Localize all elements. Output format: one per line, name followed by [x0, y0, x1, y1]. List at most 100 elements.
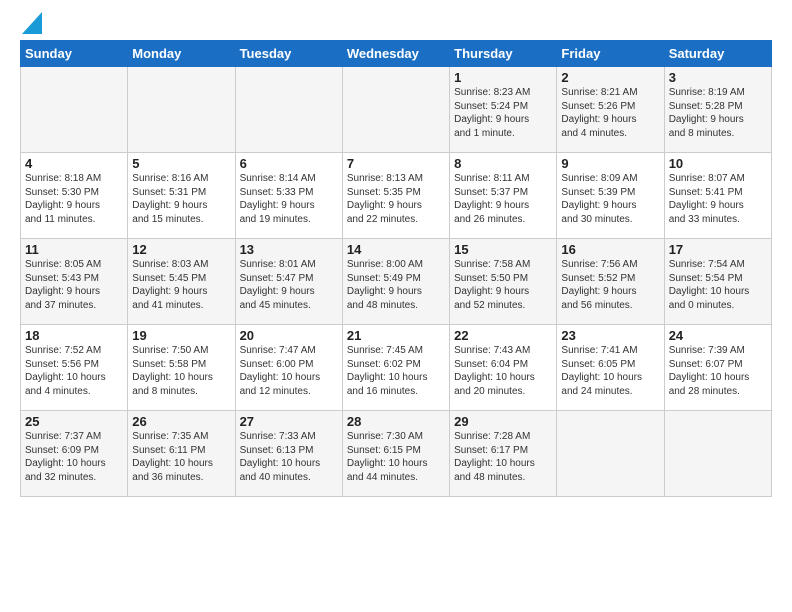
day-info: Sunrise: 7:30 AM Sunset: 6:15 PM Dayligh… [347, 430, 445, 484]
day-info: Sunrise: 7:43 AM Sunset: 6:04 PM Dayligh… [454, 344, 552, 398]
calendar-cell: 20Sunrise: 7:47 AM Sunset: 6:00 PM Dayli… [235, 325, 342, 411]
day-number: 13 [240, 242, 338, 257]
calendar-cell: 25Sunrise: 7:37 AM Sunset: 6:09 PM Dayli… [21, 411, 128, 497]
day-info: Sunrise: 8:07 AM Sunset: 5:41 PM Dayligh… [669, 172, 767, 226]
day-info: Sunrise: 8:03 AM Sunset: 5:45 PM Dayligh… [132, 258, 230, 312]
calendar-cell: 12Sunrise: 8:03 AM Sunset: 5:45 PM Dayli… [128, 239, 235, 325]
weekday-header-thursday: Thursday [450, 41, 557, 67]
day-info: Sunrise: 8:21 AM Sunset: 5:26 PM Dayligh… [561, 86, 659, 140]
calendar-cell: 15Sunrise: 7:58 AM Sunset: 5:50 PM Dayli… [450, 239, 557, 325]
calendar-cell: 28Sunrise: 7:30 AM Sunset: 6:15 PM Dayli… [342, 411, 449, 497]
day-info: Sunrise: 7:50 AM Sunset: 5:58 PM Dayligh… [132, 344, 230, 398]
calendar-cell: 1Sunrise: 8:23 AM Sunset: 5:24 PM Daylig… [450, 67, 557, 153]
day-number: 18 [25, 328, 123, 343]
day-info: Sunrise: 8:09 AM Sunset: 5:39 PM Dayligh… [561, 172, 659, 226]
weekday-header-tuesday: Tuesday [235, 41, 342, 67]
day-info: Sunrise: 8:23 AM Sunset: 5:24 PM Dayligh… [454, 86, 552, 140]
calendar-cell: 11Sunrise: 8:05 AM Sunset: 5:43 PM Dayli… [21, 239, 128, 325]
weekday-header-sunday: Sunday [21, 41, 128, 67]
weekday-header-row: SundayMondayTuesdayWednesdayThursdayFrid… [21, 41, 772, 67]
day-number: 25 [25, 414, 123, 429]
calendar-cell: 7Sunrise: 8:13 AM Sunset: 5:35 PM Daylig… [342, 153, 449, 239]
calendar-cell: 17Sunrise: 7:54 AM Sunset: 5:54 PM Dayli… [664, 239, 771, 325]
day-info: Sunrise: 7:35 AM Sunset: 6:11 PM Dayligh… [132, 430, 230, 484]
calendar-cell [21, 67, 128, 153]
day-info: Sunrise: 7:58 AM Sunset: 5:50 PM Dayligh… [454, 258, 552, 312]
calendar-cell: 10Sunrise: 8:07 AM Sunset: 5:41 PM Dayli… [664, 153, 771, 239]
day-number: 22 [454, 328, 552, 343]
day-info: Sunrise: 8:19 AM Sunset: 5:28 PM Dayligh… [669, 86, 767, 140]
day-number: 2 [561, 70, 659, 85]
logo-triangle-icon [22, 12, 42, 34]
calendar-cell: 24Sunrise: 7:39 AM Sunset: 6:07 PM Dayli… [664, 325, 771, 411]
calendar-table: SundayMondayTuesdayWednesdayThursdayFrid… [20, 40, 772, 497]
calendar-cell: 22Sunrise: 7:43 AM Sunset: 6:04 PM Dayli… [450, 325, 557, 411]
day-info: Sunrise: 8:01 AM Sunset: 5:47 PM Dayligh… [240, 258, 338, 312]
day-number: 20 [240, 328, 338, 343]
calendar-cell: 16Sunrise: 7:56 AM Sunset: 5:52 PM Dayli… [557, 239, 664, 325]
calendar-cell [664, 411, 771, 497]
weekday-header-friday: Friday [557, 41, 664, 67]
day-info: Sunrise: 7:56 AM Sunset: 5:52 PM Dayligh… [561, 258, 659, 312]
day-number: 6 [240, 156, 338, 171]
calendar-cell: 4Sunrise: 8:18 AM Sunset: 5:30 PM Daylig… [21, 153, 128, 239]
day-info: Sunrise: 8:05 AM Sunset: 5:43 PM Dayligh… [25, 258, 123, 312]
day-info: Sunrise: 7:39 AM Sunset: 6:07 PM Dayligh… [669, 344, 767, 398]
day-info: Sunrise: 7:52 AM Sunset: 5:56 PM Dayligh… [25, 344, 123, 398]
day-number: 12 [132, 242, 230, 257]
calendar-cell: 19Sunrise: 7:50 AM Sunset: 5:58 PM Dayli… [128, 325, 235, 411]
logo [20, 16, 42, 34]
day-number: 26 [132, 414, 230, 429]
calendar-week-1: 4Sunrise: 8:18 AM Sunset: 5:30 PM Daylig… [21, 153, 772, 239]
calendar-cell: 9Sunrise: 8:09 AM Sunset: 5:39 PM Daylig… [557, 153, 664, 239]
calendar-cell [342, 67, 449, 153]
calendar-cell: 8Sunrise: 8:11 AM Sunset: 5:37 PM Daylig… [450, 153, 557, 239]
day-info: Sunrise: 8:13 AM Sunset: 5:35 PM Dayligh… [347, 172, 445, 226]
calendar-cell: 3Sunrise: 8:19 AM Sunset: 5:28 PM Daylig… [664, 67, 771, 153]
calendar-week-2: 11Sunrise: 8:05 AM Sunset: 5:43 PM Dayli… [21, 239, 772, 325]
day-number: 10 [669, 156, 767, 171]
calendar-cell [557, 411, 664, 497]
calendar-cell: 2Sunrise: 8:21 AM Sunset: 5:26 PM Daylig… [557, 67, 664, 153]
day-number: 14 [347, 242, 445, 257]
calendar-week-0: 1Sunrise: 8:23 AM Sunset: 5:24 PM Daylig… [21, 67, 772, 153]
day-info: Sunrise: 7:37 AM Sunset: 6:09 PM Dayligh… [25, 430, 123, 484]
day-number: 24 [669, 328, 767, 343]
day-info: Sunrise: 8:16 AM Sunset: 5:31 PM Dayligh… [132, 172, 230, 226]
calendar-cell: 29Sunrise: 7:28 AM Sunset: 6:17 PM Dayli… [450, 411, 557, 497]
day-number: 7 [347, 156, 445, 171]
calendar-cell: 26Sunrise: 7:35 AM Sunset: 6:11 PM Dayli… [128, 411, 235, 497]
day-number: 15 [454, 242, 552, 257]
calendar-cell: 13Sunrise: 8:01 AM Sunset: 5:47 PM Dayli… [235, 239, 342, 325]
day-number: 27 [240, 414, 338, 429]
day-number: 11 [25, 242, 123, 257]
calendar-week-4: 25Sunrise: 7:37 AM Sunset: 6:09 PM Dayli… [21, 411, 772, 497]
calendar-cell: 27Sunrise: 7:33 AM Sunset: 6:13 PM Dayli… [235, 411, 342, 497]
page: SundayMondayTuesdayWednesdayThursdayFrid… [0, 0, 792, 507]
day-number: 16 [561, 242, 659, 257]
day-info: Sunrise: 7:47 AM Sunset: 6:00 PM Dayligh… [240, 344, 338, 398]
day-info: Sunrise: 8:18 AM Sunset: 5:30 PM Dayligh… [25, 172, 123, 226]
calendar-cell [128, 67, 235, 153]
day-number: 17 [669, 242, 767, 257]
weekday-header-monday: Monday [128, 41, 235, 67]
day-number: 29 [454, 414, 552, 429]
day-number: 19 [132, 328, 230, 343]
weekday-header-wednesday: Wednesday [342, 41, 449, 67]
day-info: Sunrise: 8:11 AM Sunset: 5:37 PM Dayligh… [454, 172, 552, 226]
day-number: 21 [347, 328, 445, 343]
day-info: Sunrise: 8:14 AM Sunset: 5:33 PM Dayligh… [240, 172, 338, 226]
calendar-cell: 5Sunrise: 8:16 AM Sunset: 5:31 PM Daylig… [128, 153, 235, 239]
calendar-cell: 14Sunrise: 8:00 AM Sunset: 5:49 PM Dayli… [342, 239, 449, 325]
day-info: Sunrise: 7:33 AM Sunset: 6:13 PM Dayligh… [240, 430, 338, 484]
day-number: 3 [669, 70, 767, 85]
day-number: 8 [454, 156, 552, 171]
calendar-cell [235, 67, 342, 153]
day-number: 28 [347, 414, 445, 429]
day-number: 4 [25, 156, 123, 171]
weekday-header-saturday: Saturday [664, 41, 771, 67]
calendar-cell: 6Sunrise: 8:14 AM Sunset: 5:33 PM Daylig… [235, 153, 342, 239]
day-info: Sunrise: 7:54 AM Sunset: 5:54 PM Dayligh… [669, 258, 767, 312]
calendar-cell: 18Sunrise: 7:52 AM Sunset: 5:56 PM Dayli… [21, 325, 128, 411]
day-number: 23 [561, 328, 659, 343]
